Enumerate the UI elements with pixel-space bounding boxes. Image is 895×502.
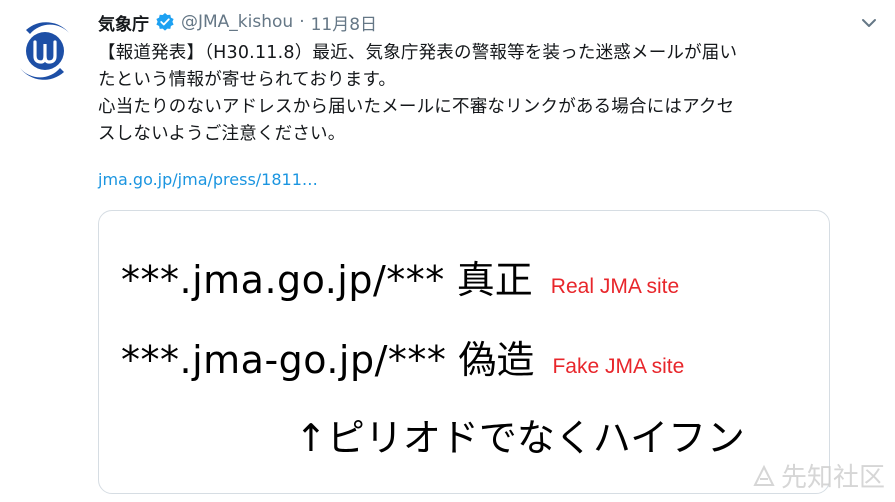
fake-note: Fake JMA site	[552, 355, 685, 378]
tweet-text: 【報道発表】（H30.11.8）最近、気象庁発表の警報等を装った迷惑メールが届い…	[98, 40, 888, 148]
tweet-text-line: たという情報が寄せられております。	[98, 70, 397, 90]
separator-dot: ·	[299, 12, 305, 32]
tweet-text-line: 【報道発表】（H30.11.8）最近、気象庁発表の警報等を装った迷惑メールが届い	[98, 43, 738, 63]
watermark: 先知社区	[751, 457, 885, 494]
fake-url-row: ***.jma-go.jp/*** 偽造 Fake JMA site	[121, 329, 684, 384]
handle[interactable]: @JMA_kishou	[181, 12, 293, 32]
tweet-header: 気象庁 @JMA_kishou · 11月8日	[98, 8, 888, 36]
tweet-text-line: スしないようご注意ください。	[98, 124, 346, 144]
watermark-logo-icon	[753, 464, 775, 486]
hyphen-hint: ↑ピリオドでなくハイフン	[295, 416, 745, 460]
tweet-text-line: 心当たりのないアドレスから届いたメールに不審なリンクがある場合にはアクセ	[98, 97, 735, 117]
attached-image-card[interactable]: ***.jma.go.jp/*** 真正 Real JMA site ***.j…	[98, 210, 830, 494]
real-url-row: ***.jma.go.jp/*** 真正 Real JMA site	[121, 249, 679, 304]
jma-logo-avatar	[9, 15, 81, 87]
watermark-text: 先知社区	[780, 463, 885, 493]
real-note: Real JMA site	[550, 275, 680, 298]
display-name[interactable]: 気象庁	[98, 10, 149, 35]
real-label: 真正	[456, 258, 533, 302]
real-url: ***.jma.go.jp/***	[121, 258, 445, 302]
press-link[interactable]: jma.go.jp/jma/press/1811…	[98, 170, 318, 189]
fake-url: ***.jma-go.jp/***	[121, 338, 447, 382]
fake-label: 偽造	[458, 338, 535, 382]
verified-badge-icon	[155, 12, 175, 32]
avatar[interactable]	[8, 14, 82, 88]
tweet-date[interactable]: 11月8日	[311, 10, 377, 35]
chevron-down-icon[interactable]	[858, 12, 880, 34]
